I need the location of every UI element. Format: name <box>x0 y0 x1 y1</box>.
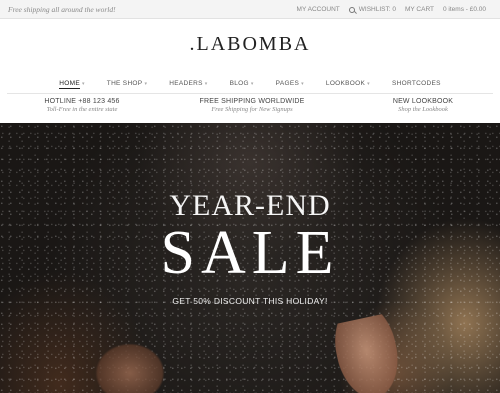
nav-label: SHORTCODES <box>391 80 441 87</box>
nav-item-headers[interactable]: HEADERS ▾ <box>158 80 218 93</box>
nav-item-lookbook[interactable]: LOOKBOOK ▾ <box>315 80 381 93</box>
nav-item-pages[interactable]: PAGES ▾ <box>265 80 315 93</box>
shipping-notice: Free shipping all around the world! <box>8 5 116 14</box>
nav-label: LOOKBOOK <box>325 80 366 87</box>
caret-down-icon: ▾ <box>81 81 85 87</box>
site-logo[interactable]: .LABOMBA <box>0 33 500 56</box>
nav-label: THE SHOP <box>106 80 143 87</box>
info-bar: HOTLINE +88 123 456 Toll-Free in the ent… <box>7 93 493 122</box>
nav-item-the-shop[interactable]: THE SHOP ▾ <box>96 80 158 93</box>
main-nav: HOME ▾ THE SHOP ▾ HEADERS ▾ BLOG ▾ PAGES ▾ LO… <box>0 80 500 93</box>
nav-item-home[interactable]: HOME ▾ <box>48 80 96 93</box>
caret-down-icon: ▾ <box>144 81 148 87</box>
nav-label: HEADERS <box>169 80 203 87</box>
info-free-shipping[interactable]: FREE SHIPPING WORLDWIDE Free Shipping fo… <box>192 98 312 113</box>
my-cart-link[interactable]: MY CART <box>405 6 434 13</box>
caret-down-icon: ▾ <box>301 81 304 87</box>
info-title: HOTLINE +88 123 456 <box>44 98 120 105</box>
nav-item-blog[interactable]: BLOG ▾ <box>219 80 265 93</box>
caret-down-icon: ▾ <box>204 81 208 87</box>
nav-label: HOME <box>59 80 80 89</box>
info-subtitle: Free Shipping for New Signups <box>211 106 293 113</box>
hero-title-line2: SALE <box>160 219 340 287</box>
caret-down-icon: ▾ <box>367 81 370 87</box>
account-links: MY ACCOUNT WISHLIST: 0 MY CART 0 items -… <box>297 6 486 13</box>
nav-item-shortcodes[interactable]: SHORTCODES <box>381 80 452 93</box>
hero-image-detail <box>95 343 165 393</box>
top-bar: Free shipping all around the world! MY A… <box>0 0 500 19</box>
wishlist-group: WISHLIST: 0 <box>348 6 396 13</box>
nav-label: BLOG <box>229 80 249 87</box>
hero-banner[interactable]: YEAR-END SALE GET 50% DISCOUNT THIS HOLI… <box>0 123 500 393</box>
info-hotline[interactable]: HOTLINE +88 123 456 Toll-Free in the ent… <box>37 98 127 113</box>
info-new-lookbook[interactable]: NEW LOOKBOOK Shop the Lookbook <box>373 98 473 113</box>
cart-summary[interactable]: 0 items - £0.00 <box>443 6 486 13</box>
info-title: NEW LOOKBOOK <box>392 98 454 105</box>
caret-down-icon: ▾ <box>250 81 254 87</box>
hero-subtitle: GET 50% DISCOUNT THIS HOLIDAY! <box>172 296 328 306</box>
info-subtitle: Shop the Lookbook <box>398 106 448 113</box>
nav-label: PAGES <box>275 80 300 87</box>
info-title: FREE SHIPPING WORLDWIDE <box>199 98 305 105</box>
info-subtitle: Toll-Free in the entire state <box>46 106 118 113</box>
search-icon[interactable] <box>348 6 355 13</box>
wishlist-link[interactable]: WISHLIST: 0 <box>359 6 396 13</box>
my-account-link[interactable]: MY ACCOUNT <box>297 6 340 13</box>
